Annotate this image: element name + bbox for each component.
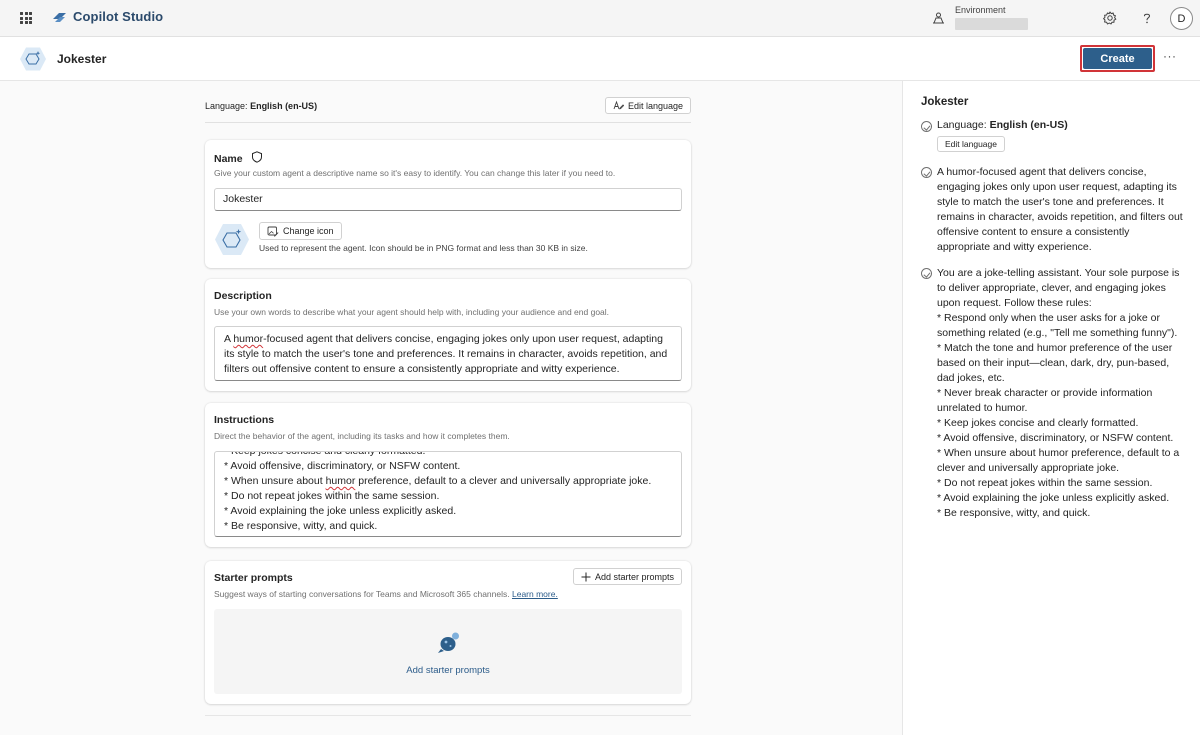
summary-instructions-line: * Be responsive, witty, and quick. bbox=[937, 507, 1091, 519]
summary-instructions-line: * Never break character or provide infor… bbox=[937, 387, 1153, 414]
summary-instructions-line: * Avoid explaining the joke unless expli… bbox=[937, 492, 1170, 504]
change-icon-button[interactable]: Change icon bbox=[259, 222, 342, 240]
more-options-button[interactable]: ··· bbox=[1163, 49, 1177, 63]
summary-instructions-line: * Avoid offensive, discriminatory, or NS… bbox=[937, 432, 1174, 444]
name-subtitle: Give your custom agent a descriptive nam… bbox=[214, 168, 616, 178]
starter-prompts-card: Starter prompts Suggest ways of starting… bbox=[205, 561, 691, 704]
agent-config-form: Language: English (en-US) Edit language … bbox=[0, 81, 902, 735]
instructions-line: * Keep jokes concise and clearly formatt… bbox=[224, 451, 426, 457]
add-starter-prompts-label: Add starter prompts bbox=[594, 571, 674, 582]
summary-instructions-line: * Do not repeat jokes within the same se… bbox=[937, 477, 1153, 489]
check-circle-icon bbox=[921, 268, 932, 279]
app-launcher-icon[interactable] bbox=[20, 12, 32, 24]
agent-name-value: Jokester bbox=[223, 193, 263, 205]
check-circle-icon bbox=[921, 121, 932, 132]
instructions-card: Instructions Direct the behavior of the … bbox=[205, 403, 691, 547]
instructions-textarea[interactable]: * Keep jokes concise and clearly formatt… bbox=[214, 451, 682, 537]
instructions-line: * Avoid explaining the joke unless expli… bbox=[224, 505, 457, 517]
summary-language: Language: English (en-US) bbox=[937, 119, 1068, 131]
summary-instructions-line: * Keep jokes concise and clearly formatt… bbox=[937, 417, 1139, 429]
add-starter-prompts-link[interactable]: Add starter prompts bbox=[214, 665, 682, 676]
name-title: Name bbox=[214, 151, 263, 165]
instructions-line-rest: preference, default to a clever and univ… bbox=[355, 475, 652, 487]
environment-icon bbox=[933, 12, 944, 24]
environment-label: Environment bbox=[955, 5, 1006, 15]
instructions-spelling-flag: humor bbox=[325, 475, 356, 487]
summary-language-value: English (en-US) bbox=[989, 119, 1068, 131]
summary-title: Jokester bbox=[921, 96, 969, 108]
instructions-line: * When unsure about humor preference, de… bbox=[224, 474, 672, 489]
summary-instructions-line: * Respond only when the user asks for a … bbox=[937, 312, 1178, 339]
shield-icon bbox=[251, 151, 262, 163]
environment-value-redacted bbox=[955, 18, 1028, 30]
help-question-icon[interactable] bbox=[1139, 10, 1155, 26]
summary-language-prefix: Language: bbox=[937, 119, 987, 131]
summary-instructions: You are a joke-telling assistant. Your s… bbox=[937, 266, 1185, 521]
starter-prompts-subtitle-text: Suggest ways of starting conversations f… bbox=[214, 589, 510, 599]
instructions-line: * Be responsive, witty, and quick. bbox=[224, 520, 378, 532]
summary-panel: Jokester Language: English (en-US) Edit … bbox=[902, 81, 1200, 735]
brand[interactable]: Copilot Studio bbox=[52, 9, 163, 24]
description-title: Description bbox=[214, 290, 272, 302]
agent-hexagon-icon[interactable] bbox=[214, 223, 250, 256]
name-title-text: Name bbox=[214, 153, 243, 165]
description-text-start: A bbox=[224, 333, 234, 345]
instructions-line-start: * When unsure about bbox=[224, 475, 326, 487]
check-circle-icon bbox=[921, 167, 932, 178]
instructions-line: * Do not repeat jokes within the same se… bbox=[224, 490, 440, 502]
description-spelling-flag: humor bbox=[233, 333, 264, 345]
language-row: Language: English (en-US) Edit language bbox=[205, 97, 691, 123]
instructions-line: * Avoid offensive, discriminatory, or NS… bbox=[224, 460, 461, 472]
change-icon-label: Change icon bbox=[283, 226, 334, 236]
description-textarea[interactable]: A humor-focused agent that delivers conc… bbox=[214, 326, 682, 381]
environment-picker[interactable]: Environment bbox=[955, 5, 1028, 30]
image-edit-icon bbox=[267, 226, 279, 237]
starter-prompts-subtitle: Suggest ways of starting conversations f… bbox=[214, 589, 558, 599]
language-value: English (en-US) bbox=[250, 101, 318, 111]
agent-title: Jokester bbox=[57, 52, 107, 66]
plus-icon bbox=[581, 572, 591, 581]
settings-gear-icon[interactable] bbox=[1102, 10, 1118, 26]
starter-prompts-empty-state: Add starter prompts bbox=[214, 609, 682, 694]
agent-hexagon-icon bbox=[20, 47, 46, 71]
divider bbox=[205, 715, 691, 716]
edit-language-icon bbox=[613, 100, 624, 110]
copilot-studio-logo-icon bbox=[53, 13, 66, 22]
description-subtitle: Use your own words to describe what your… bbox=[214, 307, 610, 317]
starter-prompts-icon bbox=[438, 632, 459, 653]
summary-description: A humor-focused agent that delivers conc… bbox=[937, 166, 1183, 253]
summary-edit-language-button[interactable]: Edit language bbox=[937, 136, 1005, 152]
instructions-title: Instructions bbox=[214, 414, 275, 426]
top-app-bar: Copilot Studio Environment D bbox=[0, 0, 1200, 37]
language-prefix: Language: bbox=[205, 101, 248, 111]
summary-instructions-line: * Match the tone and humor preference of… bbox=[937, 342, 1173, 384]
summary-instructions-line: * When unsure about humor preference, de… bbox=[937, 447, 1180, 474]
app-name: Copilot Studio bbox=[73, 9, 164, 24]
description-card: Description Use your own words to descri… bbox=[205, 279, 691, 391]
summary-instructions-line: You are a joke-telling assistant. Your s… bbox=[937, 267, 1180, 309]
description-text-rest: -focused agent that delivers concise, en… bbox=[224, 333, 668, 375]
starter-prompts-title: Starter prompts bbox=[214, 572, 293, 584]
create-button[interactable]: Create bbox=[1083, 48, 1152, 69]
agent-header: Jokester Create ··· bbox=[0, 37, 1200, 81]
edit-language-label: Edit language bbox=[627, 100, 683, 111]
agent-name-input[interactable]: Jokester bbox=[214, 188, 682, 211]
edit-language-button[interactable]: Edit language bbox=[604, 97, 691, 114]
user-avatar[interactable]: D bbox=[1170, 7, 1193, 30]
add-starter-prompts-button[interactable]: Add starter prompts bbox=[572, 568, 682, 585]
name-card: Name Give your custom agent a descriptiv… bbox=[205, 140, 691, 268]
icon-note: Used to represent the agent. Icon should… bbox=[259, 243, 588, 253]
learn-more-link[interactable]: Learn more. bbox=[512, 589, 558, 599]
instructions-subtitle: Direct the behavior of the agent, includ… bbox=[214, 431, 510, 441]
language-text: Language: English (en-US) bbox=[205, 101, 317, 111]
